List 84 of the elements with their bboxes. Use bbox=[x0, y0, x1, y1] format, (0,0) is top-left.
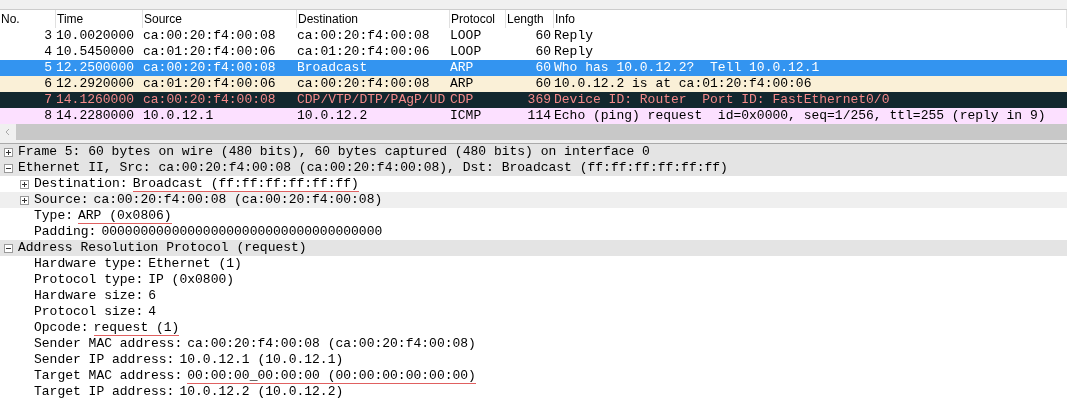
horizontal-scrollbar[interactable] bbox=[0, 124, 1067, 140]
packet-cell-text: LOOP bbox=[450, 28, 483, 44]
packet-cell-text: Who has 10.0.12.2? Tell 10.0.12.1 bbox=[554, 60, 821, 76]
packet-cell-text: ca:01:20:f4:00:06 bbox=[143, 44, 277, 60]
field-label: Protocol size: bbox=[34, 304, 144, 320]
collapse-icon[interactable] bbox=[4, 163, 13, 173]
packet-cell-text: LOOP bbox=[450, 44, 483, 60]
field-value: 000000000000000000000000000000000000 bbox=[101, 224, 383, 240]
packet-cell-text: Reply bbox=[554, 44, 594, 60]
packet-cell-text: 8 bbox=[43, 108, 53, 124]
packet-cell-text: 10.0020000 bbox=[56, 28, 135, 44]
field-label: Target MAC address: bbox=[34, 368, 183, 384]
tree-node-text: Address Resolution Protocol (request) bbox=[18, 240, 307, 256]
packet-cell-text: 4 bbox=[43, 44, 53, 60]
field-value: 4 bbox=[148, 304, 157, 320]
field-value: 10.0.12.2 (10.0.12.2) bbox=[179, 384, 344, 400]
tree-node[interactable]: Ethernet II, Src: ca:00:20:f4:00:08 (ca:00:20:f4:00:08), Dst: Broadcast (ff:ff:ff:ff:ff:ff) bbox=[0, 160, 1067, 176]
packet-cell-text: ARP bbox=[450, 60, 475, 76]
packet-cell-text: 5 bbox=[43, 60, 53, 76]
expand-icon[interactable] bbox=[4, 147, 13, 157]
field-value: IP (0x0800) bbox=[148, 272, 235, 288]
field-value: 6 bbox=[148, 288, 157, 304]
packet-cell-text: 10.0.12.2 bbox=[297, 108, 369, 124]
packet-cell-text: 114 bbox=[526, 108, 552, 124]
packet-cell-text: 10.5450000 bbox=[56, 44, 135, 60]
packet-cell-text: 14.1260000 bbox=[56, 92, 135, 108]
expand-icon[interactable] bbox=[20, 179, 29, 189]
packet-cell-text: 369 bbox=[526, 92, 552, 108]
packet-cell-text: 12.2920000 bbox=[56, 76, 135, 92]
packet-cell-text: Echo (ping) request id=0x0000, seq=1/256, ttl=255 (reply in 9) bbox=[554, 108, 1047, 124]
field-value: Ethernet (1) bbox=[148, 256, 242, 272]
field-label: Sender MAC address: bbox=[34, 336, 183, 352]
packet-cell-text: CDP bbox=[450, 92, 475, 108]
field-value: request (1) bbox=[93, 320, 180, 336]
field-label: Type: bbox=[34, 208, 73, 224]
packet-row[interactable]: 7 14.1260000 ca:00:20:f4:00:08 CDP/VTP/DTP/PAgP/UD CDP 369 Device ID: Router Port ID: FastEthernet0/0 bbox=[0, 92, 1067, 108]
packet-row[interactable]: 8 14.2280000 10.0.12.1 10.0.12.2 ICMP 114 Echo (ping) request id=0x0000, seq=1/256, ttl=255 (reply in 9) bbox=[0, 108, 1067, 124]
field-label: Destination: bbox=[34, 176, 128, 192]
packet-cell-text: 60 bbox=[534, 60, 552, 76]
field-value: 00:00:00_00:00:00 (00:00:00:00:00:00) bbox=[187, 368, 476, 384]
field-value: ca:00:20:f4:00:08 (ca:00:20:f4:00:08) bbox=[93, 192, 383, 208]
packet-cell-text: Reply bbox=[554, 28, 594, 44]
packet-cell-text: 60 bbox=[534, 44, 552, 60]
packet-cell-text: 7 bbox=[43, 92, 53, 108]
packet-cell-text: ARP bbox=[450, 76, 475, 92]
packet-cell-text: 6 bbox=[43, 76, 53, 92]
packet-cell-text: 14.2280000 bbox=[56, 108, 135, 124]
expand-icon[interactable] bbox=[20, 195, 29, 205]
field-label: Hardware type: bbox=[34, 256, 144, 272]
tree-node[interactable]: Address Resolution Protocol (request) bbox=[0, 240, 1067, 256]
packet-cell-text: Broadcast bbox=[297, 60, 369, 76]
tree-node[interactable]: Frame 5: 60 bytes on wire (480 bits), 60 bytes captured (480 bits) on interface 0 bbox=[0, 144, 1067, 160]
field-label: Hardware size: bbox=[34, 288, 144, 304]
packet-cell-text: Device ID: Router Port ID: FastEthernet0/0 bbox=[554, 92, 891, 108]
packet-cell-text: 10.0.12.1 bbox=[143, 108, 215, 124]
field-label: Opcode: bbox=[34, 320, 89, 336]
packet-cell-text: 12.2500000 bbox=[56, 60, 135, 76]
field-label: Source: bbox=[34, 192, 89, 208]
field-value: Broadcast (ff:ff:ff:ff:ff:ff) bbox=[132, 176, 359, 192]
tree-field[interactable]: Source: ca:00:20:f4:00:08 (ca:00:20:f4:00:08) bbox=[0, 192, 1067, 208]
packet-cell-text: ca:01:20:f4:00:06 bbox=[143, 76, 277, 92]
tree-node-text: Ethernet II, Src: ca:00:20:f4:00:08 (ca:00:20:f4:00:08), Dst: Broadcast (ff:ff:ff:ff:ff:ff) bbox=[18, 160, 728, 176]
field-value: ca:00:20:f4:00:08 (ca:00:20:f4:00:08) bbox=[187, 336, 476, 352]
packet-cell-text: ca:00:20:f4:00:08 bbox=[143, 92, 277, 108]
packet-cell-text: 10.0.12.2 is at ca:01:20:f4:00:06 bbox=[554, 76, 813, 92]
field-label: Padding: bbox=[34, 224, 97, 240]
field-value: ARP (0x0806) bbox=[78, 208, 172, 224]
packet-row[interactable]: 6 12.2920000 ca:01:20:f4:00:06 ca:00:20:f4:00:08 ARP 60 10.0.12.2 is at ca:01:20:f4:00:06 bbox=[0, 76, 1067, 92]
packet-cell-text: ca:01:20:f4:00:06 bbox=[297, 44, 431, 60]
field-label: Sender IP address: bbox=[34, 352, 175, 368]
packet-cell-text: 3 bbox=[43, 28, 53, 44]
collapse-icon[interactable] bbox=[4, 243, 13, 253]
field-value: 10.0.12.1 (10.0.12.1) bbox=[179, 352, 344, 368]
packet-cell-text: ICMP bbox=[450, 108, 483, 124]
tree-node-text: Frame 5: 60 bytes on wire (480 bits), 60 bytes captured (480 bits) on interface 0 bbox=[18, 144, 650, 160]
packet-cell-text: ca:00:20:f4:00:08 bbox=[297, 76, 431, 92]
packet-cell-text: ca:00:20:f4:00:08 bbox=[297, 28, 431, 44]
packet-cell-text: CDP/VTP/DTP/PAgP/UD bbox=[297, 92, 447, 108]
packet-cell-text: 60 bbox=[534, 28, 552, 44]
packet-cell-text: ca:00:20:f4:00:08 bbox=[143, 60, 277, 76]
packet-cell-text: ca:00:20:f4:00:08 bbox=[143, 28, 277, 44]
field-label: Target IP address: bbox=[34, 384, 175, 400]
packet-cell-text: 60 bbox=[534, 76, 552, 92]
field-label: Protocol type: bbox=[34, 272, 144, 288]
